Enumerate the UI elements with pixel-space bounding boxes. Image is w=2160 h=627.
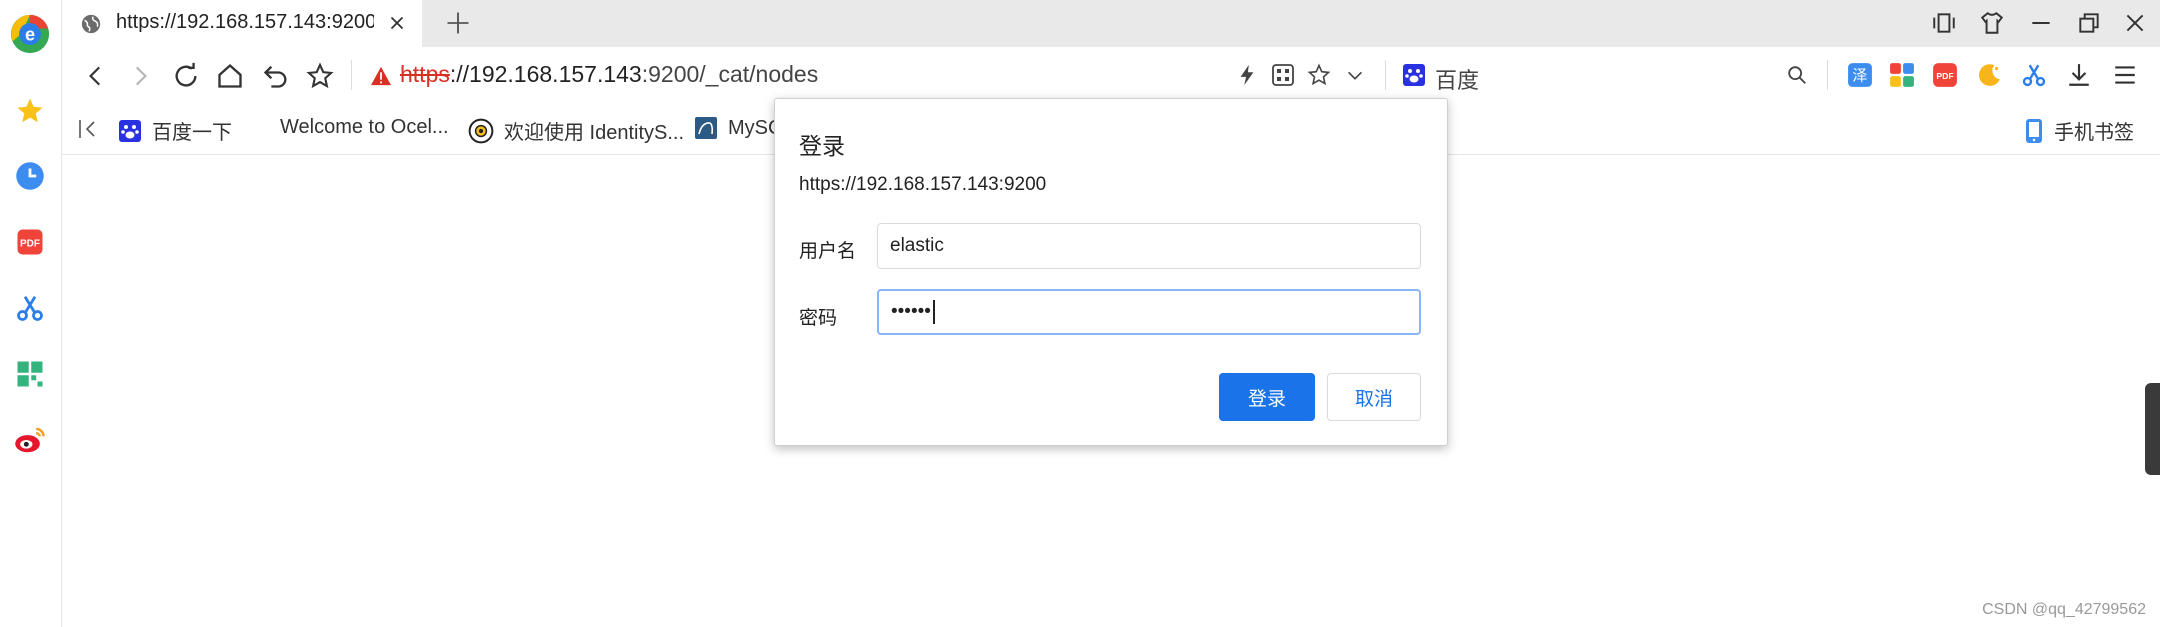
shirt-icon[interactable] [1979,10,2005,36]
svg-text:PDF: PDF [20,238,40,249]
bookmark-item[interactable]: 欢迎使用 IdentityS... [468,116,684,145]
clock-icon[interactable] [10,156,50,196]
toolbar-divider [351,60,352,90]
lightning-icon[interactable] [1236,62,1258,88]
login-dialog: 登录 https://192.168.157.143:9200 用户名 elas… [774,98,1448,446]
forward-icon[interactable] [122,58,158,94]
chevron-down-icon[interactable] [1344,65,1366,87]
vertical-tabs-icon[interactable] [1931,10,1957,36]
window-close-icon[interactable] [2122,10,2148,36]
back-icon[interactable] [78,58,114,94]
baidu-paw-icon [1402,63,1426,87]
svg-text:泽: 泽 [1852,66,1867,84]
menu-icon[interactable] [2112,62,2138,88]
phone-icon [2024,118,2044,144]
download-icon[interactable] [2066,62,2092,88]
apps-icon[interactable] [10,354,50,394]
dialog-origin: https://192.168.157.143:9200 [799,174,1047,195]
side-panel-handle[interactable] [2145,383,2160,475]
qr-code-icon[interactable] [1271,63,1295,87]
baidu-paw-icon [118,119,142,143]
password-value: •••••• [891,301,931,322]
favorite-star-icon[interactable] [302,58,338,94]
extensions-divider [1827,60,1828,90]
text-caret [932,300,935,324]
minimize-icon[interactable] [2028,10,2054,36]
dialog-title: 登录 [799,133,845,159]
close-icon[interactable] [386,12,408,34]
mobile-bookmarks[interactable]: 手机书签 [2024,116,2134,145]
reload-icon[interactable] [168,58,204,94]
bookmark-label: 百度一下 [152,122,232,144]
restore-icon[interactable] [2076,10,2102,36]
collapse-sidebar-icon[interactable] [76,116,100,142]
url-scheme: https [400,61,450,87]
search-divider [1385,60,1386,90]
browser-logo-icon[interactable]: e [10,14,50,54]
apps-icon[interactable] [1889,62,1915,88]
star-icon[interactable] [10,91,50,131]
scissors-icon[interactable] [10,288,50,328]
identity-icon [468,118,494,144]
weibo-icon[interactable] [10,420,50,460]
watermark: CSDN @qq_42799562 [1982,601,2146,618]
bookmark-item[interactable]: MySC [694,116,782,140]
url-path: :9200/_cat/nodes [641,61,819,87]
svg-text:e: e [25,24,35,44]
home-icon[interactable] [212,58,248,94]
tab-title: https://192.168.157.143:9200/ [116,11,374,33]
cancel-button[interactable]: 取消 [1327,373,1421,421]
mysql-icon [694,116,718,140]
search-engine-label[interactable]: 百度 [1435,63,1479,95]
left-sidebar: e PDF [0,0,62,627]
undo-icon[interactable] [258,58,294,94]
pdf-icon[interactable]: PDF [1932,62,1958,88]
bookmark-item[interactable]: 百度一下 [118,116,232,145]
pdf-icon[interactable]: PDF [10,222,50,262]
login-button[interactable]: 登录 [1219,373,1315,421]
bookmark-item[interactable]: Welcome to Ocel... [280,116,449,139]
bookmark-star-icon[interactable] [1307,63,1331,87]
moon-icon[interactable] [1976,62,2002,88]
username-value: elastic [890,235,944,256]
url-host: ://192.168.157.143 [449,61,642,87]
address-bar[interactable]: https://192.168.157.143:9200/_cat/nodes [400,61,818,88]
bookmark-label: 欢迎使用 IdentityS... [504,122,685,144]
globe-icon [80,13,102,35]
scissors-icon[interactable] [2021,62,2047,88]
plus-icon[interactable] [444,9,472,37]
mobile-bookmarks-label: 手机书签 [2054,122,2134,144]
username-input[interactable]: elastic [877,223,1421,269]
username-label: 用户名 [799,241,857,262]
password-label: 密码 [799,308,838,329]
svg-text:PDF: PDF [1936,71,1953,81]
password-input[interactable]: •••••• [877,289,1421,335]
warning-icon[interactable] [370,66,392,86]
translate-icon[interactable]: 泽 [1847,62,1873,88]
search-icon[interactable] [1786,64,1808,86]
bookmark-label: Welcome to Ocel... [280,116,449,138]
